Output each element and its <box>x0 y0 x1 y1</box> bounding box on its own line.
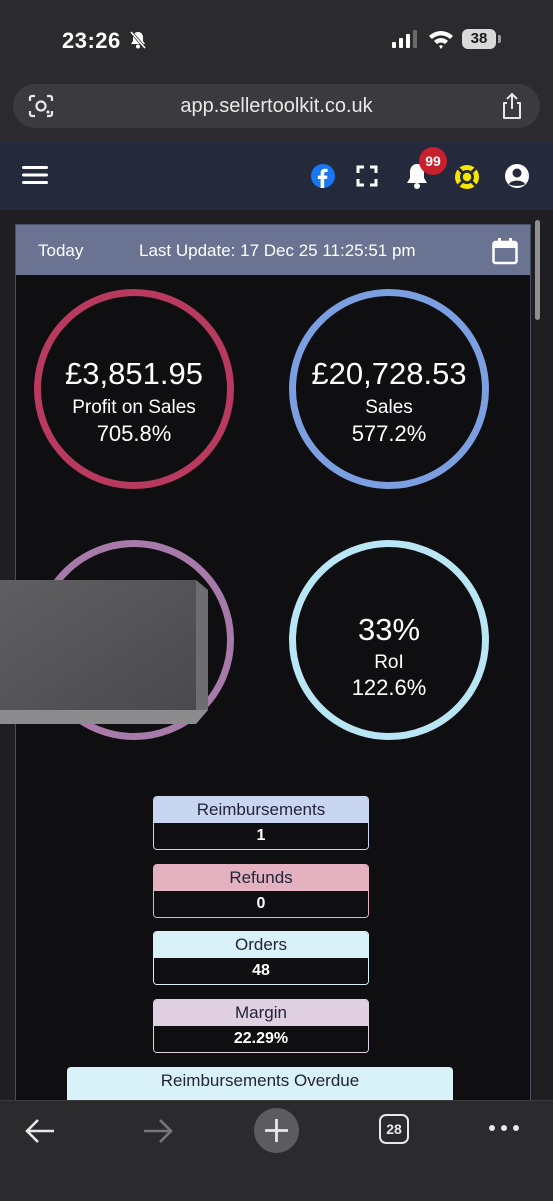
tab-count-button[interactable]: 28 <box>379 1114 409 1144</box>
battery-indicator: 38 <box>462 29 502 51</box>
new-tab-button[interactable] <box>254 1108 299 1153</box>
more-icon[interactable] <box>488 1123 520 1133</box>
facebook-icon[interactable] <box>311 164 335 188</box>
user-icon[interactable] <box>504 163 530 189</box>
kpi-change: 577.2% <box>351 421 427 446</box>
scrollbar[interactable] <box>535 220 540 320</box>
last-update: Last Update: 17 Dec 25 11:25:51 pm <box>139 241 416 260</box>
reimbursements-overdue-header[interactable]: Reimbursements Overdue <box>67 1067 453 1100</box>
stat-value: 1 <box>154 823 368 849</box>
fullscreen-icon[interactable] <box>356 165 378 187</box>
stat-label: Orders <box>154 932 368 958</box>
support-icon[interactable] <box>454 164 480 190</box>
kpi-change: 122.6% <box>351 675 427 700</box>
browser-toolbar: app.sellertoolkit.co.uk <box>0 78 553 142</box>
kpi-label: Sales <box>365 397 413 418</box>
overlay-box <box>0 580 208 724</box>
stat-value: 22.29% <box>154 1026 368 1052</box>
sales-kpi-ring[interactable]: £20,728.53 Sales 577.2% <box>289 289 489 489</box>
kpi-change: 705.8% <box>96 421 172 446</box>
refunds-stat[interactable]: Refunds 0 <box>153 864 369 918</box>
silent-bell-icon <box>129 31 147 49</box>
battery-level: 38 <box>462 29 496 49</box>
url-text: app.sellertoolkit.co.uk <box>180 95 373 117</box>
orders-stat[interactable]: Orders 48 <box>153 931 369 985</box>
plus-icon <box>265 1119 288 1142</box>
calendar-icon[interactable] <box>492 237 518 265</box>
share-icon[interactable] <box>500 92 524 120</box>
kpi-label: Profit on Sales <box>72 397 196 418</box>
kpi-label: RoI <box>374 652 404 673</box>
battery-nub <box>498 35 501 43</box>
address-bar[interactable]: app.sellertoolkit.co.uk <box>13 84 540 128</box>
browser-bottom-bar: 28 <box>0 1100 553 1201</box>
app-navbar <box>0 142 553 210</box>
wifi-icon <box>429 31 453 49</box>
menu-icon[interactable] <box>22 164 48 186</box>
kpi-value: 33% <box>357 612 421 647</box>
margin-stat[interactable]: Margin 22.29% <box>153 999 369 1053</box>
forward-arrow-icon[interactable] <box>142 1117 174 1145</box>
period-label[interactable]: Today <box>38 241 83 261</box>
status-time: 23:26 <box>62 28 121 53</box>
notification-badge: 99 <box>419 147 447 175</box>
stat-label: Refunds <box>154 865 368 891</box>
kpi-value: £20,728.53 <box>311 356 467 391</box>
status-bar: 23:26 38 <box>0 0 553 78</box>
stat-value: 48 <box>154 958 368 984</box>
stat-label: Margin <box>154 1000 368 1026</box>
profit-kpi-ring[interactable]: £3,851.95 Profit on Sales 705.8% <box>34 289 234 489</box>
reimbursements-stat[interactable]: Reimbursements 1 <box>153 796 369 850</box>
card-header: Today Last Update: 17 Dec 25 11:25:51 pm <box>16 225 530 275</box>
kpi-value: £3,851.95 <box>65 356 203 391</box>
stat-value: 0 <box>154 891 368 917</box>
roi-kpi-ring[interactable]: 33% RoI 122.6% <box>289 540 489 740</box>
back-arrow-icon[interactable] <box>24 1117 56 1145</box>
signal-icon <box>392 30 417 48</box>
stat-label: Reimbursements <box>154 797 368 823</box>
